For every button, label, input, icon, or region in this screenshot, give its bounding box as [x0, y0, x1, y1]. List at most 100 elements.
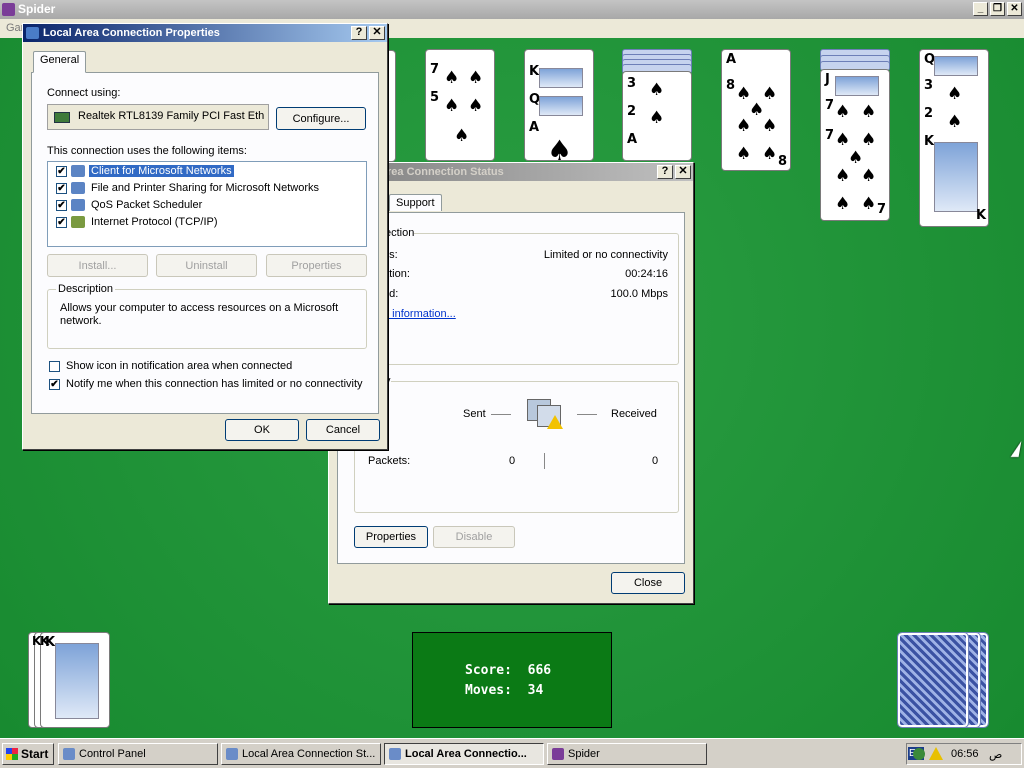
item-checkbox[interactable]: ✔ — [56, 182, 67, 194]
spade-icon: ♠ — [861, 102, 877, 122]
spade-icon: ♠ — [468, 96, 484, 116]
king-face-image — [539, 68, 583, 88]
spade-icon: ♠ — [649, 108, 665, 128]
qos-scheduler-icon — [71, 199, 85, 212]
packets-sent: 0 — [509, 455, 516, 467]
score-label: Score: — [465, 663, 512, 678]
spider-app-icon — [2, 3, 15, 16]
packets-received: 0 — [652, 455, 659, 467]
spade-icon: ♠ — [454, 126, 470, 146]
network-warning-tray-icon[interactable] — [929, 747, 943, 760]
close-x-button[interactable]: ✕ — [369, 26, 385, 40]
security-shield-icon[interactable] — [913, 748, 925, 760]
status-close-button[interactable]: Close — [611, 572, 685, 594]
help-button[interactable]: ? — [657, 165, 673, 179]
connection-properties-dialog[interactable]: Local Area Connection Properties ? ✕ Gen… — [22, 23, 388, 450]
tab-support[interactable]: Support — [389, 194, 442, 211]
connect-using-label: Connect using: — [47, 87, 121, 99]
spade-icon: ♠ — [835, 194, 851, 214]
restore-button[interactable]: ❐ — [990, 2, 1005, 16]
item-label: QoS Packet Scheduler — [91, 199, 203, 212]
item-checkbox[interactable]: ✔ — [56, 199, 67, 211]
item-label: File and Printer Sharing for Microsoft N… — [91, 182, 320, 195]
status-properties-button[interactable]: Properties — [354, 526, 428, 548]
card-rank: 2 — [627, 104, 637, 119]
control-panel-icon — [63, 748, 75, 760]
game-title-bar[interactable]: Spider _ ❐ ✕ — [0, 0, 1024, 19]
card-rank: 8 — [726, 78, 736, 93]
spade-icon: ♠ — [835, 166, 851, 186]
list-item[interactable]: ✔ Internet Protocol (TCP/IP) — [56, 216, 220, 231]
items-label: This connection uses the following items… — [47, 145, 247, 157]
install-button[interactable]: Install... — [47, 254, 148, 277]
sent-label: Sent — [463, 408, 486, 420]
adapter-name: Realtek RTL8139 Family PCI Fast Eth — [78, 110, 265, 122]
connection-group: ection us: Limited or no connectivity at… — [354, 227, 679, 365]
spade-icon: ♠ — [861, 166, 877, 186]
uninstall-button[interactable]: Uninstall — [156, 254, 257, 277]
card-rank: K — [976, 208, 987, 223]
components-list[interactable]: ✔ Client for Microsoft Networks ✔ File and… — [47, 161, 367, 247]
spade-icon: ♠ — [848, 148, 864, 168]
card-rank: 7 — [430, 62, 440, 77]
card-rank: 3 — [627, 76, 637, 91]
list-item[interactable]: ✔ Client for Microsoft Networks — [56, 164, 235, 180]
help-button[interactable]: ? — [351, 26, 367, 40]
spade-icon: ♠ — [736, 144, 752, 164]
minimize-button[interactable]: _ — [973, 2, 988, 16]
card-rank: K — [529, 64, 540, 79]
system-tray: 06:56 ص — [906, 743, 1022, 765]
card-rank: 7 — [825, 128, 835, 143]
list-item[interactable]: ✔ File and Printer Sharing for Microsoft … — [56, 182, 321, 197]
item-checkbox[interactable]: ✔ — [56, 165, 67, 177]
queen-face-image — [539, 96, 583, 116]
client-network-icon — [71, 165, 85, 178]
close-x-button[interactable]: ✕ — [675, 165, 691, 179]
configure-button[interactable]: Configure... — [276, 107, 366, 130]
properties-title-bar[interactable]: Local Area Connection Properties ? ✕ — [23, 24, 387, 42]
connection-legend: ection — [385, 227, 415, 239]
spade-icon: ♠ — [861, 130, 877, 150]
moves-label: Moves: — [465, 683, 512, 698]
task-spider[interactable]: Spider — [547, 743, 707, 765]
adapter-field: Realtek RTL8139 Family PCI Fast Eth — [47, 104, 269, 130]
spade-icon: ♠ — [861, 194, 877, 214]
ok-button[interactable]: OK — [225, 419, 299, 441]
item-label: Client for Microsoft Networks — [88, 164, 235, 179]
item-checkbox[interactable]: ✔ — [56, 216, 67, 228]
network-connection-icon — [26, 27, 39, 39]
notify-label[interactable]: Notify me when this connection has limit… — [66, 378, 363, 390]
card-rank: K — [40, 634, 50, 648]
general-tab-panel: Connect using: Realtek RTL8139 Family PC… — [31, 72, 379, 414]
clock[interactable]: 06:56 — [951, 748, 979, 760]
task-connection-properties[interactable]: Local Area Connectio... — [384, 743, 544, 765]
task-label: Control Panel — [79, 748, 146, 760]
task-label: Local Area Connection St... — [242, 748, 376, 760]
task-control-panel[interactable]: Control Panel — [58, 743, 218, 765]
show-icon-checkbox[interactable] — [49, 361, 60, 372]
spade-icon: ♠ — [762, 144, 778, 164]
status-title: rea Connection Status — [387, 166, 504, 178]
properties-button[interactable]: Properties — [266, 254, 367, 277]
card-rank: A — [627, 132, 638, 147]
close-button[interactable]: ✕ — [1007, 2, 1022, 16]
show-icon-label[interactable]: Show icon in notification area when conn… — [66, 360, 292, 372]
tab-general[interactable]: General — [33, 51, 87, 73]
notify-checkbox[interactable]: ✔ — [49, 379, 60, 390]
score-value: 666 — [527, 663, 552, 678]
queen-face-image — [934, 56, 978, 76]
list-item[interactable]: ✔ QoS Packet Scheduler — [56, 199, 204, 214]
spade-icon: ♠ — [947, 84, 963, 104]
moves-value: 34 — [527, 683, 544, 698]
score-panel[interactable]: Score: 666 Moves: 34 — [412, 632, 612, 728]
task-label: Spider — [568, 748, 600, 760]
start-button[interactable]: Start — [2, 743, 54, 765]
disable-button[interactable]: Disable — [433, 526, 515, 548]
windows-logo-icon — [6, 748, 18, 760]
spade-icon: ♠ — [444, 68, 460, 88]
spade-icon: ♠ — [468, 68, 484, 88]
task-connection-status[interactable]: Local Area Connection St... — [221, 743, 381, 765]
cancel-button[interactable]: Cancel — [306, 419, 380, 441]
more-info-link[interactable]: e information... — [383, 308, 456, 320]
spade-icon: ♠ — [835, 130, 851, 150]
